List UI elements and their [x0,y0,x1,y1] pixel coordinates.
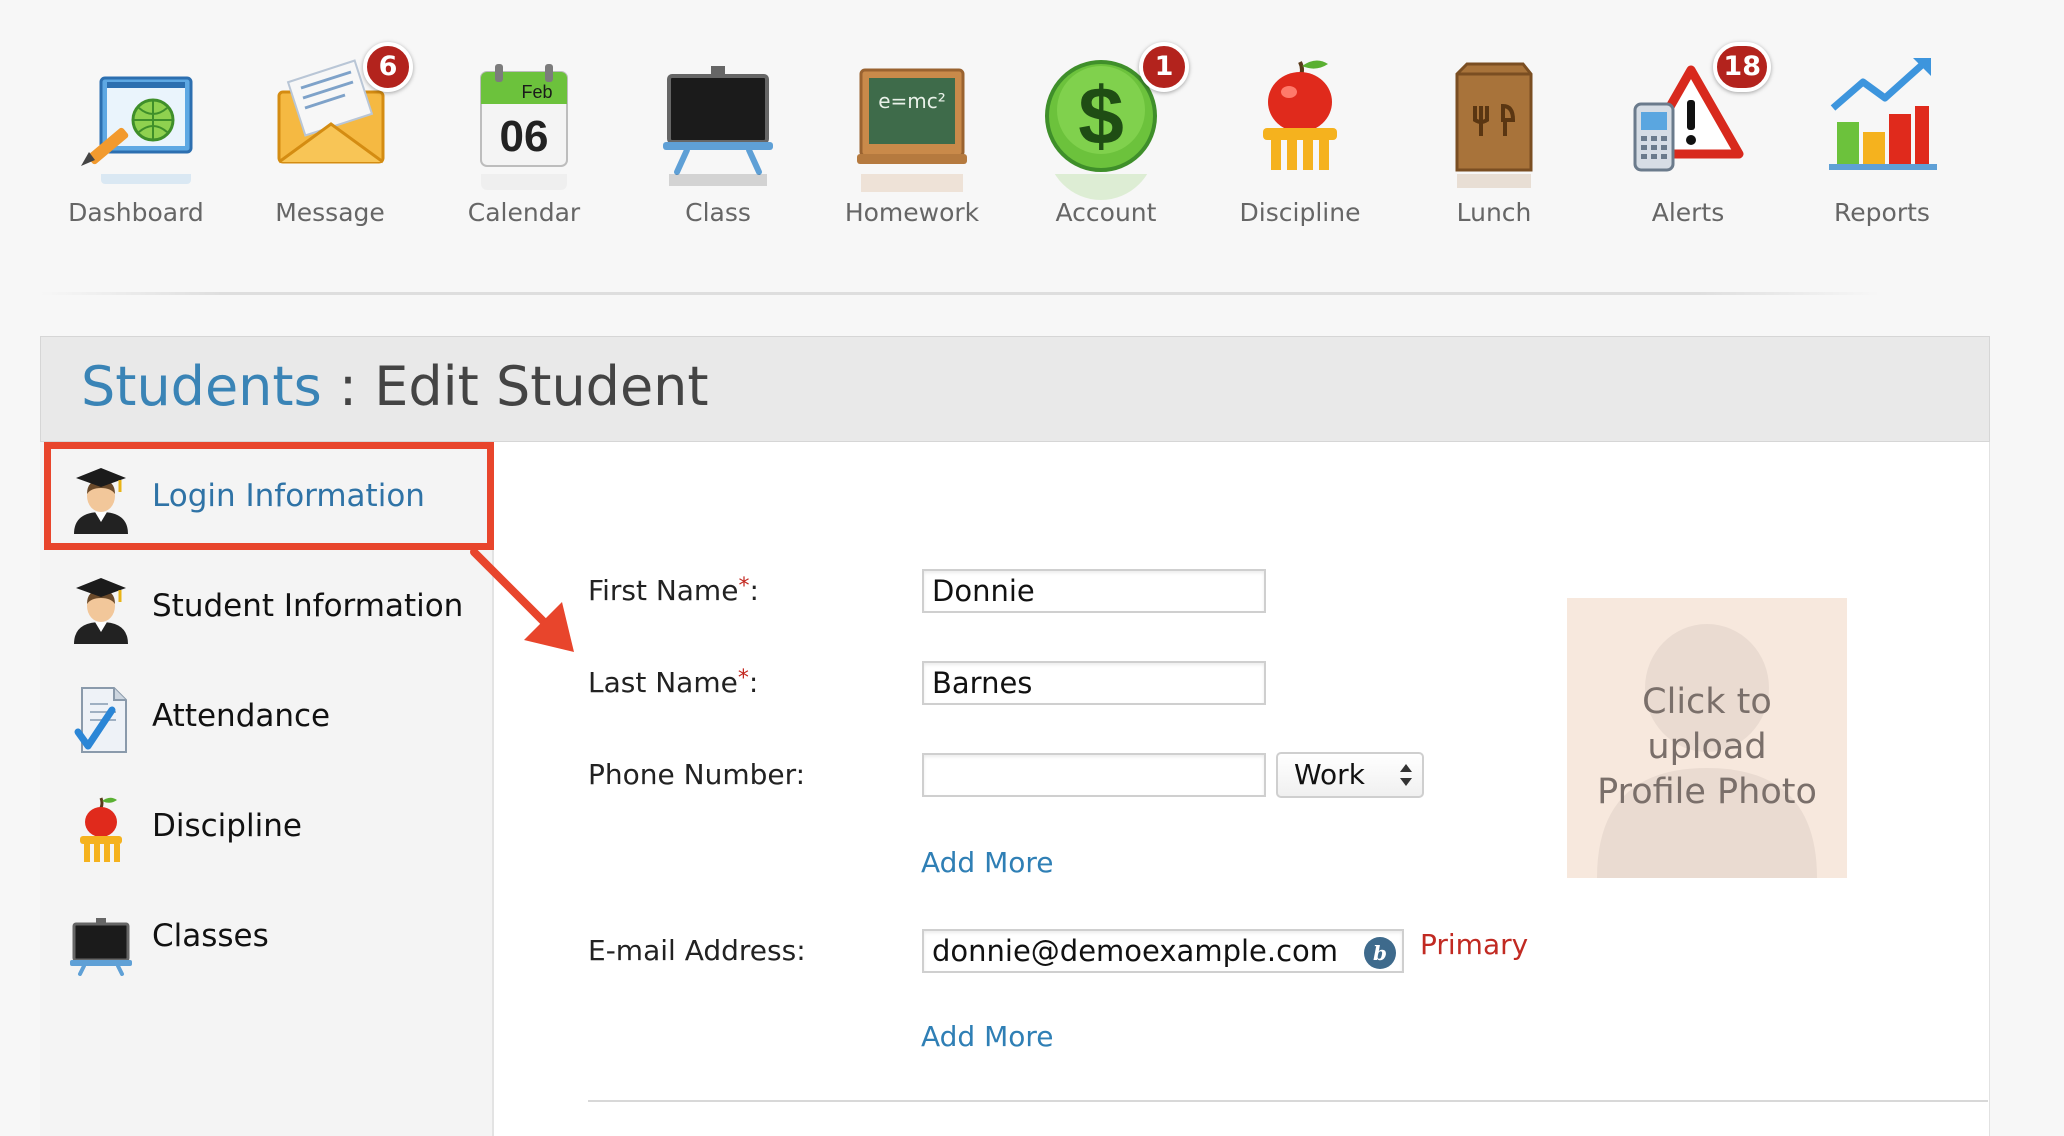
chalkboard-icon [68,904,134,976]
nav-dashboard[interactable]: Dashboard [46,48,226,227]
homework-reflection [847,174,977,214]
sidebar-item-login-information[interactable]: Login Information [40,442,494,552]
top-navigation: Dashboard 6 Message Feb 06 Calendar Clas… [0,0,2064,300]
first-name-input[interactable] [922,569,1266,613]
svg-text:$: $ [1078,71,1124,162]
nav-homework[interactable]: e=mc² Homework [822,48,1002,227]
chalkboard-icon [653,48,783,178]
sidebar: Login Information Student Information At [40,442,494,1136]
lunch-bag-icon [1429,48,1559,178]
checklist-icon [68,684,134,756]
discipline-reflection [1235,174,1365,214]
phone-type-value: Work [1294,758,1365,791]
profile-photo-text: Click to upload Profile Photo [1597,682,1817,812]
nav-message[interactable]: 6 Message [240,42,420,227]
breadcrumb-students[interactable]: Students [81,355,322,418]
blackboard-icon: e=mc² [847,48,977,178]
graduate-icon [68,464,134,536]
dollar-icon: $ 1 [1041,42,1189,178]
email-input[interactable] [922,929,1404,973]
sidebar-item-classes[interactable]: Classes [40,882,494,992]
envelope-icon: 6 [265,42,413,178]
account-reflection [1041,174,1171,214]
board-text: e=mc² [878,89,946,113]
sidebar-item-label: Login Information [152,478,425,514]
apple-icon [68,794,134,866]
last-name-input[interactable] [922,661,1266,705]
alert-icon: 18 [1623,42,1771,178]
nav-discipline[interactable]: Discipline [1210,48,1390,227]
message-reflection [265,174,395,214]
calendar-icon: Feb 06 [459,48,589,178]
email-b-icon[interactable]: b [1364,937,1396,969]
nav-class[interactable]: Class [628,48,808,227]
sidebar-item-label: Student Information [152,588,464,624]
alerts-badge: 18 [1713,42,1771,92]
calendar-day: 06 [500,112,549,161]
required-marker: * [738,574,750,599]
required-marker: * [737,666,749,691]
select-arrows-icon [1400,764,1412,786]
nav-calendar[interactable]: Feb 06 Calendar [434,48,614,227]
dashboard-reflection [71,174,201,214]
reports-reflection [1817,174,1947,214]
form-divider [588,1100,1988,1102]
email-address-label: E-mail Address: [588,934,806,967]
page-title: Students : Edit Student [81,355,709,418]
breadcrumb-separator: : [321,355,375,418]
sidebar-item-label: Classes [152,918,269,954]
page-title-text: Edit Student [374,355,709,418]
first-name-label: First Name*: [588,574,759,607]
alerts-reflection [1623,174,1753,214]
nav-account[interactable]: $ 1 Account [1016,42,1196,227]
sidebar-item-discipline[interactable]: Discipline [40,772,494,882]
calendar-month: Feb [521,82,552,102]
sidebar-item-student-information[interactable]: Student Information [40,552,494,662]
nav-alerts[interactable]: 18 Alerts [1598,42,1778,227]
apple-icon [1235,48,1365,178]
phone-number-input[interactable] [922,753,1266,797]
dashboard-icon [71,48,201,178]
phone-type-select[interactable]: Work [1276,752,1424,798]
bar-chart-icon [1817,48,1947,178]
phone-add-more-link[interactable]: Add More [921,846,1054,879]
nav-divider [40,292,1880,295]
calendar-reflection [459,174,589,214]
sidebar-item-label: Attendance [152,698,331,734]
profile-photo-upload[interactable]: Click to upload Profile Photo [1567,598,1847,878]
sidebar-item-label: Discipline [152,808,302,844]
sidebar-item-attendance[interactable]: Attendance [40,662,494,772]
phone-number-label: Phone Number: [588,758,806,791]
class-reflection [653,174,783,214]
lunch-reflection [1429,174,1559,214]
email-add-more-link[interactable]: Add More [921,1020,1054,1053]
nav-reports[interactable]: Reports [1792,48,1972,227]
graduate-icon [68,574,134,646]
nav-lunch[interactable]: Lunch [1404,48,1584,227]
last-name-label: Last Name*: [588,666,759,699]
account-badge: 1 [1139,42,1189,92]
message-badge: 6 [363,42,413,92]
primary-tag: Primary [1420,928,1529,961]
panel-header: Students : Edit Student [40,336,1990,442]
